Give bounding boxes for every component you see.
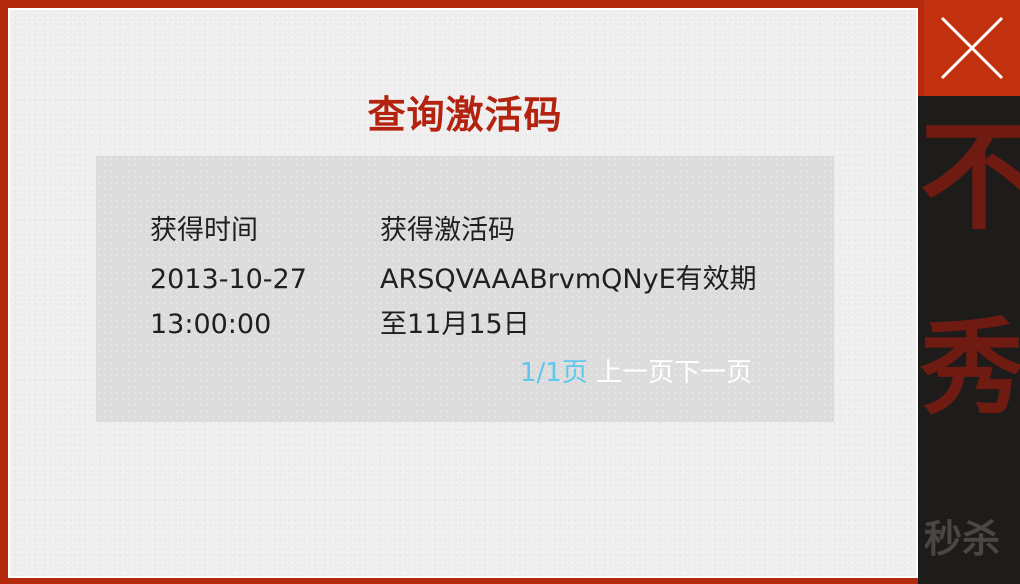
activation-code-table: 获得时间 获得激活码 2013-10-27 13:00:00 ARSQVAAAB… — [96, 156, 834, 422]
pagination: 1/1页 上一页下一页 — [520, 352, 752, 389]
table-cell-code: ARSQVAAABrvmQNyE有效期至11月15日 — [380, 264, 757, 340]
table-cell-time: 2013-10-27 13:00:00 — [150, 264, 307, 340]
background-promo-banner: 不 秀 秒杀 — [918, 96, 1020, 584]
background-promo-char: 不 — [920, 108, 1020, 246]
page-indicator: 1/1页 — [520, 358, 588, 388]
prev-page-link[interactable]: 上一页 — [596, 358, 674, 388]
background-promo-char: 秒杀 — [924, 517, 1001, 561]
dialog-title: 查询激活码 — [367, 93, 563, 137]
next-page-link[interactable]: 下一页 — [674, 358, 752, 388]
column-header-code: 获得激活码 — [380, 215, 515, 246]
close-x-icon — [940, 16, 1004, 80]
background-promo-char: 秀 — [920, 307, 1020, 429]
activation-code-dialog: 查询激活码 获得时间 获得激活码 2013-10-27 13:00:00 ARS… — [8, 8, 918, 578]
activation-code-window: 不 秀 秒杀 查询激活码 获得时间 获得激活码 2013-10-27 13:00… — [0, 0, 1020, 584]
column-header-time: 获得时间 — [150, 215, 258, 246]
close-button[interactable] — [924, 0, 1020, 96]
